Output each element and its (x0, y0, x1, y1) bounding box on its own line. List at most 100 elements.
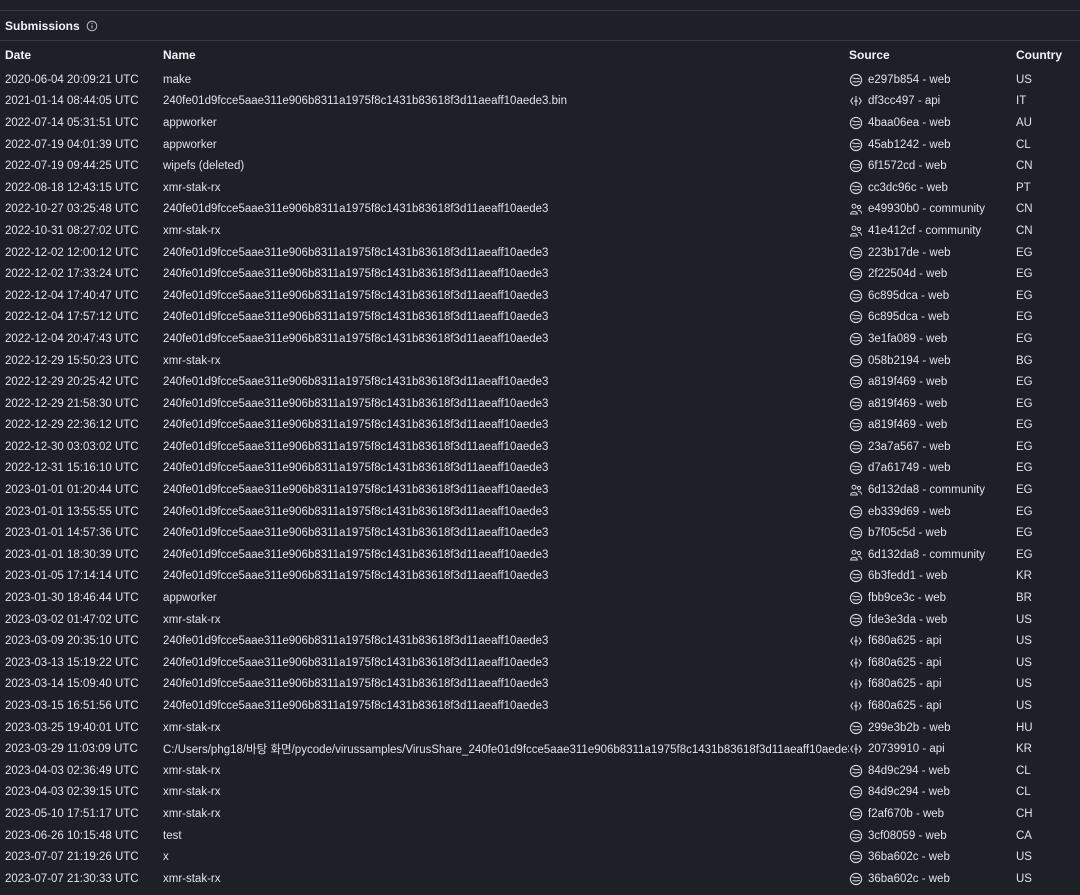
row-source-label[interactable]: 2f22504d - web (868, 268, 947, 280)
table-row[interactable]: 2023-01-30 18:46:44 UTC appworker fbb9ce3c… (0, 587, 1080, 609)
column-date[interactable]: Date (0, 41, 163, 69)
table-row[interactable]: 2023-03-13 15:19:22 UTC 240fe01d9fcce5aae… (0, 652, 1080, 674)
row-source-label[interactable]: 6d132da8 - community (868, 484, 985, 496)
row-source[interactable]: 2f22504d - web (849, 263, 1016, 285)
table-row[interactable]: 2023-04-03 02:36:49 UTC xmr-stak-rx 84d9c2… (0, 760, 1080, 782)
row-source-label[interactable]: 6d132da8 - community (868, 549, 985, 561)
table-row[interactable]: 2023-07-07 21:30:33 UTC xmr-stak-rx 36ba60… (0, 868, 1080, 890)
row-source-label[interactable]: 223b17de - web (868, 247, 950, 259)
table-row[interactable]: 2023-01-01 14:57:36 UTC 240fe01d9fcce5aae… (0, 522, 1080, 544)
table-row[interactable]: 2022-12-04 20:47:43 UTC 240fe01d9fcce5aae… (0, 328, 1080, 350)
row-source-label[interactable]: 3e1fa089 - web (868, 333, 947, 345)
row-source[interactable]: 6c895dca - web (849, 307, 1016, 329)
row-source[interactable]: 299e3b2b - web (849, 717, 1016, 739)
row-source[interactable]: 84d9c294 - web (849, 760, 1016, 782)
table-row[interactable]: 2023-03-29 11:03:09 UTC C:/Users/phg18/바탕… (0, 738, 1080, 760)
table-row[interactable]: 2023-01-01 18:30:39 UTC 240fe01d9fcce5aae… (0, 544, 1080, 566)
row-source[interactable]: f680a625 - api (849, 695, 1016, 717)
row-source[interactable]: 23a7a567 - web (849, 436, 1016, 458)
row-source-label[interactable]: 41e412cf - community (868, 225, 981, 237)
table-row[interactable]: 2022-12-29 21:58:30 UTC 240fe01d9fcce5aae… (0, 393, 1080, 415)
row-source[interactable]: 4baa06ea - web (849, 112, 1016, 134)
row-source[interactable]: e297b854 - web (849, 69, 1016, 91)
table-row[interactable]: 2022-12-04 17:40:47 UTC 240fe01d9fcce5aae… (0, 285, 1080, 307)
table-row[interactable]: 2021-01-14 08:44:05 UTC 240fe01d9fcce5aae… (0, 91, 1080, 113)
table-row[interactable]: 2023-01-01 01:20:44 UTC 240fe01d9fcce5aae… (0, 479, 1080, 501)
row-source[interactable]: 6b3fedd1 - web (849, 566, 1016, 588)
table-row[interactable]: 2022-12-31 15:16:10 UTC 240fe01d9fcce5aae… (0, 458, 1080, 480)
table-row[interactable]: 2023-03-02 01:47:02 UTC xmr-stak-rx fde3e3… (0, 609, 1080, 631)
row-source-label[interactable]: 36ba602c - web (868, 873, 950, 885)
table-row[interactable]: 2023-04-03 02:39:15 UTC xmr-stak-rx 84d9c2… (0, 782, 1080, 804)
row-source-label[interactable]: 36ba602c - web (868, 851, 950, 863)
row-source[interactable]: e49930b0 - community (849, 199, 1016, 221)
row-source[interactable]: fde3e3da - web (849, 609, 1016, 631)
row-source[interactable]: b7f05c5d - web (849, 522, 1016, 544)
table-row[interactable]: 2022-10-27 03:25:48 UTC 240fe01d9fcce5aae… (0, 199, 1080, 221)
row-source[interactable]: 6d132da8 - community (849, 544, 1016, 566)
row-source-label[interactable]: a819f469 - web (868, 376, 947, 388)
row-source-label[interactable]: 299e3b2b - web (868, 722, 950, 734)
row-source[interactable]: 41e412cf - community (849, 220, 1016, 242)
row-source[interactable]: f680a625 - api (849, 652, 1016, 674)
row-source-label[interactable]: b7f05c5d - web (868, 527, 947, 539)
table-row[interactable]: 2023-01-01 13:55:55 UTC 240fe01d9fcce5aae… (0, 501, 1080, 523)
row-source[interactable]: 20739910 - api (849, 738, 1016, 760)
row-source-label[interactable]: 84d9c294 - web (868, 765, 950, 777)
table-row[interactable]: 2023-05-10 17:51:17 UTC xmr-stak-rx f2af67… (0, 803, 1080, 825)
row-source-label[interactable]: 3cf08059 - web (868, 830, 947, 842)
row-source-label[interactable]: a819f469 - web (868, 398, 947, 410)
table-row[interactable]: 2022-07-14 05:31:51 UTC appworker 4baa06ea… (0, 112, 1080, 134)
row-source[interactable]: 6c895dca - web (849, 285, 1016, 307)
row-source-label[interactable]: fde3e3da - web (868, 614, 947, 626)
table-row[interactable]: 2023-07-07 21:19:26 UTC x 36ba602c - web US (0, 846, 1080, 868)
row-source-label[interactable]: cc3dc96c - web (868, 182, 948, 194)
row-source-label[interactable]: 058b2194 - web (868, 355, 950, 367)
row-source[interactable]: a819f469 - web (849, 393, 1016, 415)
row-source[interactable]: a819f469 - web (849, 415, 1016, 437)
table-row[interactable]: 2023-06-26 10:15:48 UTC test 3cf08059 - we… (0, 825, 1080, 847)
row-source-label[interactable]: 6c895dca - web (868, 311, 949, 323)
row-source[interactable]: 6d132da8 - community (849, 479, 1016, 501)
row-source[interactable]: eb339d69 - web (849, 501, 1016, 523)
row-source-label[interactable]: 6c895dca - web (868, 290, 949, 302)
row-source[interactable]: fbb9ce3c - web (849, 587, 1016, 609)
table-row[interactable]: 2022-12-30 03:03:02 UTC 240fe01d9fcce5aae… (0, 436, 1080, 458)
row-source[interactable]: 36ba602c - web (849, 868, 1016, 890)
table-row[interactable]: 2022-08-18 12:43:15 UTC xmr-stak-rx cc3dc9… (0, 177, 1080, 199)
row-source[interactable]: cc3dc96c - web (849, 177, 1016, 199)
table-row[interactable]: 2022-12-02 12:00:12 UTC 240fe01d9fcce5aae… (0, 242, 1080, 264)
table-row[interactable]: 2022-10-31 08:27:02 UTC xmr-stak-rx 41e412… (0, 220, 1080, 242)
table-row[interactable]: 2022-12-29 22:36:12 UTC 240fe01d9fcce5aae… (0, 415, 1080, 437)
row-source-label[interactable]: a819f469 - web (868, 419, 947, 431)
row-source[interactable]: d7a61749 - web (849, 458, 1016, 480)
row-source[interactable]: f2af670b - web (849, 803, 1016, 825)
row-source[interactable]: f680a625 - api (849, 630, 1016, 652)
row-source[interactable]: df3cc497 - api (849, 91, 1016, 113)
row-source-label[interactable]: f680a625 - api (868, 678, 942, 690)
row-source-label[interactable]: df3cc497 - api (868, 95, 940, 107)
row-source[interactable]: 45ab1242 - web (849, 134, 1016, 156)
row-source-label[interactable]: 6b3fedd1 - web (868, 570, 947, 582)
row-source-label[interactable]: 20739910 - api (868, 743, 945, 755)
table-row[interactable]: 2020-06-04 20:09:21 UTC make e297b854 - we… (0, 69, 1080, 91)
column-source[interactable]: Source (849, 41, 1016, 69)
table-row[interactable]: 2022-07-19 09:44:25 UTC wipefs (deleted) 6… (0, 155, 1080, 177)
table-row[interactable]: 2022-07-19 04:01:39 UTC appworker 45ab1242… (0, 134, 1080, 156)
table-row[interactable]: 2022-12-02 17:33:24 UTC 240fe01d9fcce5aae… (0, 263, 1080, 285)
row-source[interactable]: 223b17de - web (849, 242, 1016, 264)
row-source-label[interactable]: 23a7a567 - web (868, 441, 950, 453)
row-source[interactable]: 058b2194 - web (849, 350, 1016, 372)
row-source[interactable]: 84d9c294 - web (849, 782, 1016, 804)
row-source-label[interactable]: 45ab1242 - web (868, 139, 950, 151)
column-country[interactable]: Country (1016, 41, 1080, 69)
row-source-label[interactable]: d7a61749 - web (868, 462, 950, 474)
table-row[interactable]: 2023-03-14 15:09:40 UTC 240fe01d9fcce5aae… (0, 674, 1080, 696)
row-source-label[interactable]: f680a625 - api (868, 657, 942, 669)
row-source[interactable]: 36ba602c - web (849, 846, 1016, 868)
row-source[interactable]: 3cf08059 - web (849, 825, 1016, 847)
row-source[interactable]: 6f1572cd - web (849, 155, 1016, 177)
row-source-label[interactable]: f680a625 - api (868, 635, 942, 647)
row-source-label[interactable]: f680a625 - api (868, 700, 942, 712)
row-source-label[interactable]: e49930b0 - community (868, 203, 985, 215)
